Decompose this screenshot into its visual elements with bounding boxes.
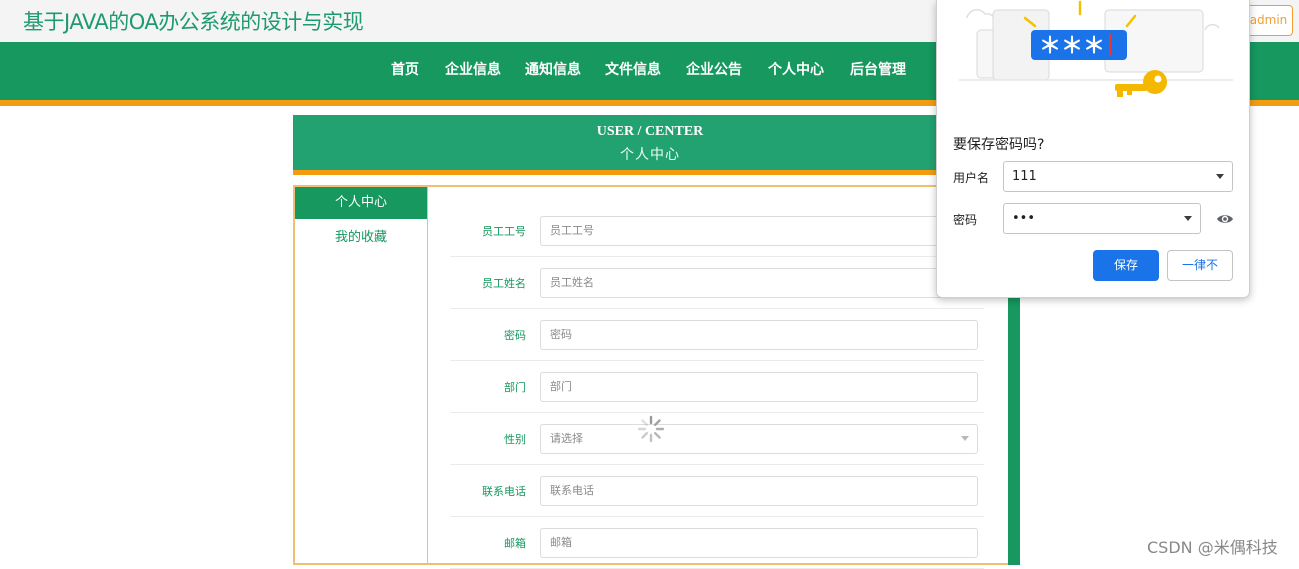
popup-username-value: 111 xyxy=(1012,169,1037,184)
field-label-gender: 性别 xyxy=(504,433,526,446)
field-label-employee-name: 员工姓名 xyxy=(482,277,526,290)
banner-title-chinese: 个人中心 xyxy=(620,147,680,163)
never-save-button[interactable]: 一律不 xyxy=(1167,250,1233,281)
gender-select[interactable]: 请选择 xyxy=(540,424,978,454)
employee-name-input[interactable]: 员工姓名 xyxy=(540,268,978,298)
nav-item-home[interactable]: 首页 xyxy=(391,59,419,79)
nav-item-personal-center[interactable]: 个人中心 xyxy=(768,59,824,79)
password-illustration: ＊＊＊ xyxy=(959,0,1233,97)
save-password-question: 要保存密码吗? xyxy=(953,137,1045,153)
banner-title-english: USER / CENTER xyxy=(596,124,704,139)
loading-spinner-icon xyxy=(637,415,665,443)
chevron-down-icon xyxy=(1216,174,1224,179)
password-mask-text: ＊＊＊ xyxy=(1039,34,1105,59)
popup-password-label: 密码 xyxy=(953,213,978,227)
popup-password-select[interactable]: ••• xyxy=(1003,203,1201,234)
banner-accent-stripe xyxy=(293,170,1019,175)
field-label-phone: 联系电话 xyxy=(482,485,526,498)
nav-item-files[interactable]: 文件信息 xyxy=(605,59,661,79)
sidebar-item-personal-center[interactable]: 个人中心 xyxy=(295,187,427,219)
show-password-eye-icon[interactable] xyxy=(1216,210,1234,228)
watermark: CSDN @米偶科技 xyxy=(1147,538,1278,557)
gender-select-value: 请选择 xyxy=(550,432,583,445)
field-label-department: 部门 xyxy=(504,381,526,394)
field-label-password: 密码 xyxy=(504,329,526,342)
field-label-employee-id: 员工工号 xyxy=(482,225,526,238)
sidebar-item-favorites[interactable]: 我的收藏 xyxy=(295,226,427,245)
site-title: 基于JAVA的OA办公系统的设计与实现 xyxy=(23,10,364,34)
nav-item-company-info[interactable]: 企业信息 xyxy=(445,59,501,79)
chevron-down-icon xyxy=(961,436,969,441)
nav-item-announcements[interactable]: 企业公告 xyxy=(686,59,742,79)
field-label-email: 邮箱 xyxy=(504,537,526,550)
popup-username-label: 用户名 xyxy=(953,171,990,185)
chevron-down-icon xyxy=(1184,216,1192,221)
password-input[interactable]: 密码 xyxy=(540,320,978,350)
nav-item-admin[interactable]: 后台管理 xyxy=(850,59,906,79)
save-password-button[interactable]: 保存 xyxy=(1093,250,1159,281)
user-badge[interactable]: admin xyxy=(1244,5,1293,36)
nav-item-notices[interactable]: 通知信息 xyxy=(525,59,581,79)
department-input[interactable]: 部门 xyxy=(540,372,978,402)
employee-id-input[interactable]: 员工工号 xyxy=(540,216,978,246)
popup-password-value: ••• xyxy=(1012,211,1036,226)
phone-input[interactable]: 联系电话 xyxy=(540,476,978,506)
email-input[interactable]: 邮箱 xyxy=(540,528,978,558)
popup-username-select[interactable]: 111 xyxy=(1003,161,1233,192)
